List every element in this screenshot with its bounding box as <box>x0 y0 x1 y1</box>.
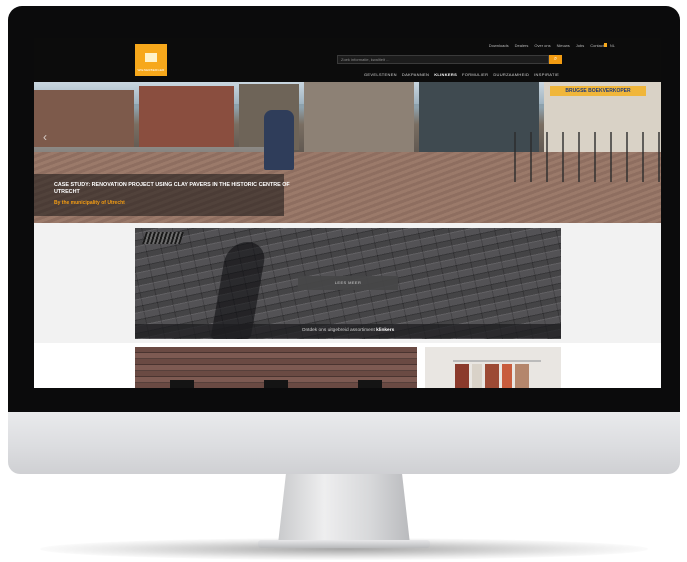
sample-shelf <box>453 360 541 362</box>
sample-swatch <box>485 364 499 388</box>
main-navigation: GEVELSTENEN DAKPANNEN KLINKERS FORMULIER… <box>364 72 559 77</box>
monitor-stand <box>278 474 410 544</box>
flag-icon <box>603 43 607 47</box>
nav-item-duurzaamheid[interactable]: DUURZAAMHEID <box>493 72 529 77</box>
chevron-left-icon[interactable]: ‹ <box>43 130 53 150</box>
brick-opening <box>358 380 382 388</box>
feature-caption[interactable]: Ontdek ons uitgebreid assortiment klinke… <box>135 324 561 338</box>
brick-opening <box>264 380 288 388</box>
util-link-contact[interactable]: Contact <box>590 43 604 48</box>
feature-caption-bold: klinkers <box>376 328 395 333</box>
util-link-over-ons[interactable]: Over ons <box>534 43 550 48</box>
nav-item-formulier[interactable]: FORMULIER <box>462 72 488 77</box>
brick-opening <box>170 380 194 388</box>
sample-swatch <box>455 364 469 388</box>
logo-mark-icon <box>145 53 157 62</box>
sample-swatch <box>472 364 482 388</box>
search-input[interactable]: Zoek informatie, kwaliteit ... <box>337 55 549 64</box>
language-label: NL <box>609 43 615 48</box>
language-selector[interactable]: NL <box>603 43 615 48</box>
hero-building <box>139 86 234 148</box>
nav-item-klinkers[interactable]: KLINKERS <box>434 72 457 77</box>
hero-title[interactable]: CASE STUDY: RENOVATION PROJECT USING CLA… <box>54 182 294 196</box>
util-link-nieuws[interactable]: Nieuws <box>557 43 570 48</box>
nav-item-dakpannen[interactable]: DAKPANNEN <box>402 72 429 77</box>
util-link-downloads[interactable]: Downloads <box>489 43 509 48</box>
monitor-mockup: WIENERBERGER Downloads Dealers Over ons … <box>0 0 687 562</box>
monitor-foot <box>258 540 430 548</box>
read-more-button[interactable]: LEES MEER <box>298 276 398 290</box>
sample-swatch <box>502 364 512 388</box>
site-header: WIENERBERGER Downloads Dealers Over ons … <box>34 38 661 82</box>
nav-item-inspiratie[interactable]: INSPIRATIE <box>534 72 559 77</box>
utility-links: Downloads Dealers Over ons Nieuws Jobs C… <box>489 43 604 48</box>
hero-slider[interactable]: BRUGSE BOEKVERKOPER ‹ CASE STUDY: RENOVA… <box>34 82 661 223</box>
brick-openings <box>135 380 417 388</box>
util-link-dealers[interactable]: Dealers <box>515 43 529 48</box>
logo-text: WIENERBERGER <box>137 68 165 72</box>
cyclist <box>264 110 294 170</box>
util-link-jobs[interactable]: Jobs <box>576 43 584 48</box>
search-button[interactable]: ⌕ <box>549 55 562 64</box>
nav-item-gevelstenen[interactable]: GEVELSTENEN <box>364 72 397 77</box>
drain-grate <box>142 232 184 244</box>
sample-swatch <box>515 364 529 388</box>
hero-subtitle: By the municipality of Utrecht <box>54 200 125 206</box>
brand-logo[interactable]: WIENERBERGER <box>135 44 167 76</box>
monitor-chin <box>8 412 680 474</box>
feature-caption-text: Ontdek ons uitgebreid assortiment <box>301 328 377 333</box>
brick-samples-tile[interactable] <box>425 347 561 388</box>
search-icon: ⌕ <box>553 56 558 62</box>
website-screen: WIENERBERGER Downloads Dealers Over ons … <box>34 38 661 388</box>
bicycles <box>514 132 661 182</box>
hero-building <box>304 82 414 152</box>
shop-sign: BRUGSE BOEKVERKOPER <box>550 86 646 96</box>
